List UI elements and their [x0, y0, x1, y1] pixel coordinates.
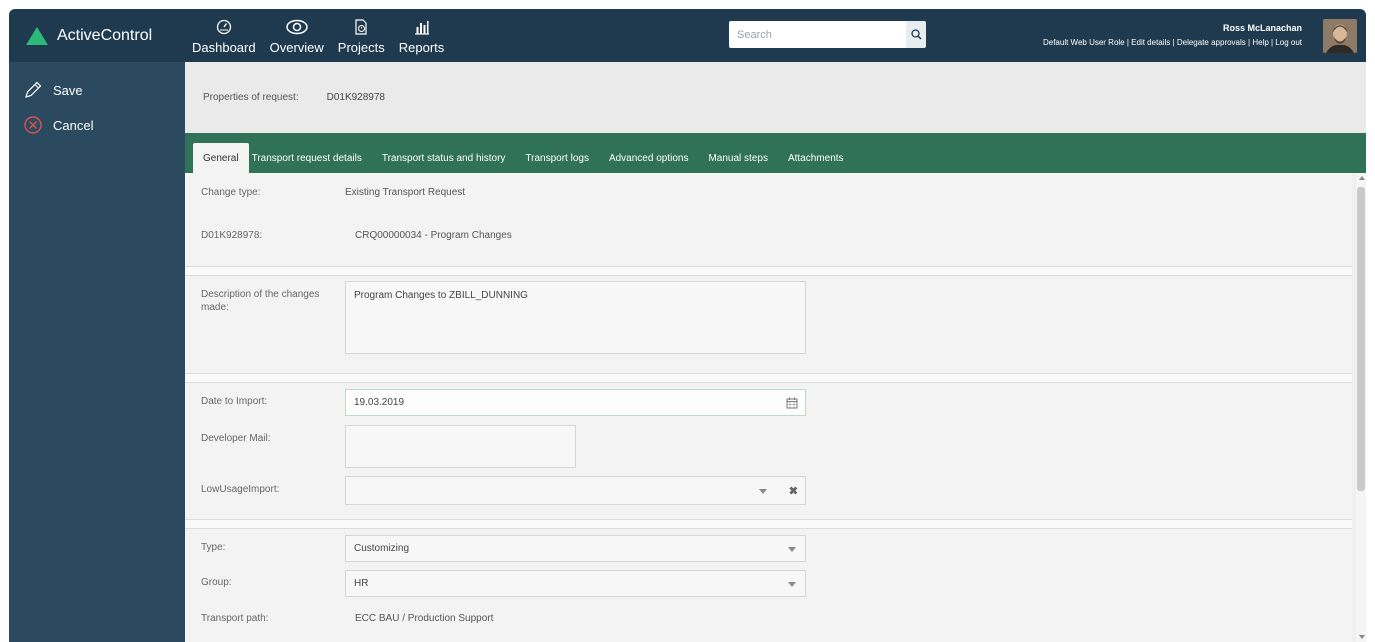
- type-label: Type:: [201, 542, 226, 553]
- avatar[interactable]: [1323, 19, 1357, 53]
- chevron-down-icon[interactable]: [788, 582, 796, 587]
- date-import-label: Date to Import:: [201, 396, 268, 407]
- section-divider: [185, 520, 1352, 529]
- nav-projects-label: Projects: [337, 40, 385, 55]
- activecontrol-logo-icon: [26, 26, 48, 45]
- developer-mail-label: Developer Mail:: [201, 433, 271, 444]
- user-name: Ross McLanachan: [1222, 23, 1302, 33]
- import-section: Date to Import: 19.03.2019 Developer Mai…: [185, 383, 1352, 520]
- nav-reports[interactable]: Reports: [392, 9, 452, 62]
- action-sidebar: Save Cancel: [9, 62, 185, 642]
- vertical-scrollbar[interactable]: [1356, 173, 1366, 642]
- link-delegate-approvals[interactable]: Delegate approvals: [1177, 38, 1246, 47]
- brand-name: ActiveControl: [57, 26, 153, 44]
- document-clock-icon: [355, 19, 367, 35]
- link-edit-details[interactable]: Edit details: [1131, 38, 1170, 47]
- scroll-up-arrow-icon[interactable]: [1359, 176, 1365, 180]
- search-input[interactable]: [729, 21, 906, 48]
- tab-manual-steps[interactable]: Manual steps: [698, 143, 777, 173]
- clear-icon[interactable]: ✖: [789, 484, 798, 497]
- transport-path-value: ECC BAU / Production Support: [355, 613, 494, 624]
- cancel-button[interactable]: Cancel: [23, 115, 185, 135]
- section-divider: [185, 374, 1352, 383]
- link-log-out[interactable]: Log out: [1275, 38, 1302, 47]
- gauge-icon: [216, 19, 231, 35]
- scrollbar-thumb[interactable]: [1357, 187, 1365, 491]
- tab-bar: General Transport request details Transp…: [185, 133, 1366, 173]
- description-label: Description of the changes made:: [201, 289, 320, 313]
- date-import-input[interactable]: 19.03.2019: [345, 389, 806, 416]
- tab-general[interactable]: General: [193, 143, 249, 173]
- request-properties-header: Properties of request: D01K928978: [185, 62, 1366, 133]
- main-nav: Dashboard Overview Projects Reports: [185, 9, 451, 62]
- nav-overview-label: Overview: [269, 40, 324, 55]
- calendar-icon[interactable]: [786, 397, 798, 409]
- low-usage-import-select[interactable]: ✖: [345, 476, 806, 505]
- nav-reports-label: Reports: [398, 40, 445, 55]
- link-help[interactable]: Help: [1252, 38, 1268, 47]
- type-value: Customizing: [354, 543, 410, 554]
- tab-transport-logs[interactable]: Transport logs: [515, 143, 599, 173]
- change-type-section: Change type: Existing Transport Request …: [185, 173, 1352, 267]
- cancel-icon: [24, 116, 42, 134]
- save-button[interactable]: Save: [23, 80, 185, 100]
- low-usage-import-label: LowUsageImport:: [201, 484, 280, 495]
- tab-transport-status-and-history[interactable]: Transport status and history: [372, 143, 516, 173]
- top-navigation-bar: ActiveControl Dashboard Overview Project…: [9, 9, 1366, 62]
- cancel-label: Cancel: [53, 117, 94, 133]
- tab-transport-request-details[interactable]: Transport request details: [249, 143, 372, 173]
- group-value: HR: [354, 578, 369, 589]
- change-type-value: Existing Transport Request: [345, 187, 466, 198]
- nav-dashboard[interactable]: Dashboard: [185, 9, 263, 62]
- scroll-down-arrow-icon[interactable]: [1359, 635, 1365, 639]
- general-tab-content: Change type: Existing Transport Request …: [185, 173, 1352, 642]
- nav-overview[interactable]: Overview: [263, 9, 331, 62]
- save-label: Save: [53, 82, 83, 98]
- bar-chart-icon: [414, 21, 429, 35]
- search-icon: [910, 29, 922, 40]
- properties-label: Properties of request:: [203, 92, 299, 103]
- group-label: Group:: [201, 577, 232, 588]
- user-photo-icon: [1323, 19, 1357, 53]
- developer-mail-input[interactable]: [345, 425, 576, 468]
- eye-icon: [285, 19, 308, 35]
- type-select[interactable]: Customizing: [345, 535, 806, 562]
- transport-path-label: Transport path:: [201, 613, 269, 624]
- brand[interactable]: ActiveControl: [9, 9, 185, 62]
- search-box: [729, 21, 926, 48]
- group-select[interactable]: HR: [345, 570, 806, 597]
- user-links: Default Web User Role | Edit details | D…: [1042, 38, 1302, 47]
- tab-advanced-options[interactable]: Advanced options: [599, 143, 699, 173]
- user-info: Ross McLanachan Default Web User Role | …: [1043, 23, 1302, 47]
- request-id-value: CRQ00000034 - Program Changes: [355, 230, 512, 241]
- nav-dashboard-label: Dashboard: [192, 40, 256, 55]
- description-value: Program Changes to ZBILL_DUNNING: [354, 290, 528, 301]
- chevron-down-icon[interactable]: [759, 489, 767, 494]
- link-default-web-user-role[interactable]: Default Web User Role: [1043, 38, 1125, 47]
- change-type-label: Change type:: [201, 187, 261, 198]
- description-textarea[interactable]: Program Changes to ZBILL_DUNNING: [345, 281, 806, 354]
- request-id-label: D01K928978:: [201, 230, 263, 241]
- tab-attachments[interactable]: Attachments: [778, 143, 854, 173]
- section-divider: [185, 267, 1352, 276]
- properties-value: D01K928978: [326, 92, 385, 103]
- pencil-icon: [25, 81, 42, 98]
- chevron-down-icon[interactable]: [788, 547, 796, 552]
- date-import-value: 19.03.2019: [354, 397, 405, 408]
- main-panel: Properties of request: D01K928978 Genera…: [185, 62, 1366, 642]
- description-section: Description of the changes made: Program…: [185, 276, 1352, 374]
- search-button[interactable]: [906, 21, 926, 48]
- nav-projects[interactable]: Projects: [331, 9, 392, 62]
- type-section: Type: Customizing Group: HR Transport pa…: [185, 529, 1352, 642]
